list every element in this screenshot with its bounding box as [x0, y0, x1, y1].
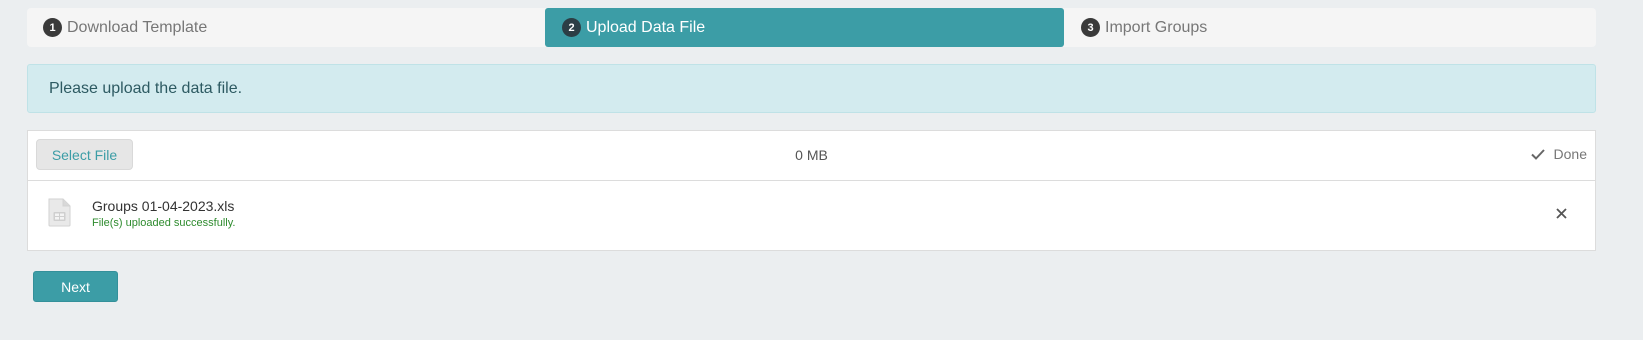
checkmark-icon [1530, 148, 1545, 160]
file-name: Groups 01-04-2023.xls [92, 198, 235, 214]
step-label: Import Groups [1105, 18, 1208, 36]
file-upload-panel: Select File 0 MB Done Groups 01-04-2023.… [27, 130, 1596, 251]
uploaded-file-row: Groups 01-04-2023.xls File(s) uploaded s… [28, 181, 1595, 251]
total-size: 0 MB [795, 147, 828, 163]
step-number-badge: 2 [562, 18, 581, 37]
step-download-template[interactable]: 1 Download Template [27, 8, 545, 47]
step-label: Download Template [67, 18, 208, 36]
upload-success-message: File(s) uploaded successfully. [92, 217, 236, 229]
import-wizard-steps: 1 Download Template 2 Upload Data File 3… [27, 8, 1596, 47]
step-number-badge: 3 [1081, 18, 1100, 37]
spreadsheet-file-icon [47, 198, 72, 232]
info-alert: Please upload the data file. [27, 64, 1596, 113]
next-button[interactable]: Next [33, 271, 118, 302]
step-upload-data-file[interactable]: 2 Upload Data File [545, 8, 1064, 47]
upload-done-status: Done [1530, 146, 1587, 162]
step-number-badge: 1 [43, 18, 62, 37]
remove-file-icon[interactable] [1556, 206, 1567, 224]
step-import-groups[interactable]: 3 Import Groups [1064, 8, 1596, 47]
alert-message: Please upload the data file. [49, 79, 243, 97]
upload-toolbar: Select File 0 MB Done [28, 131, 1595, 181]
done-label: Done [1553, 146, 1587, 162]
step-label: Upload Data File [586, 18, 706, 36]
